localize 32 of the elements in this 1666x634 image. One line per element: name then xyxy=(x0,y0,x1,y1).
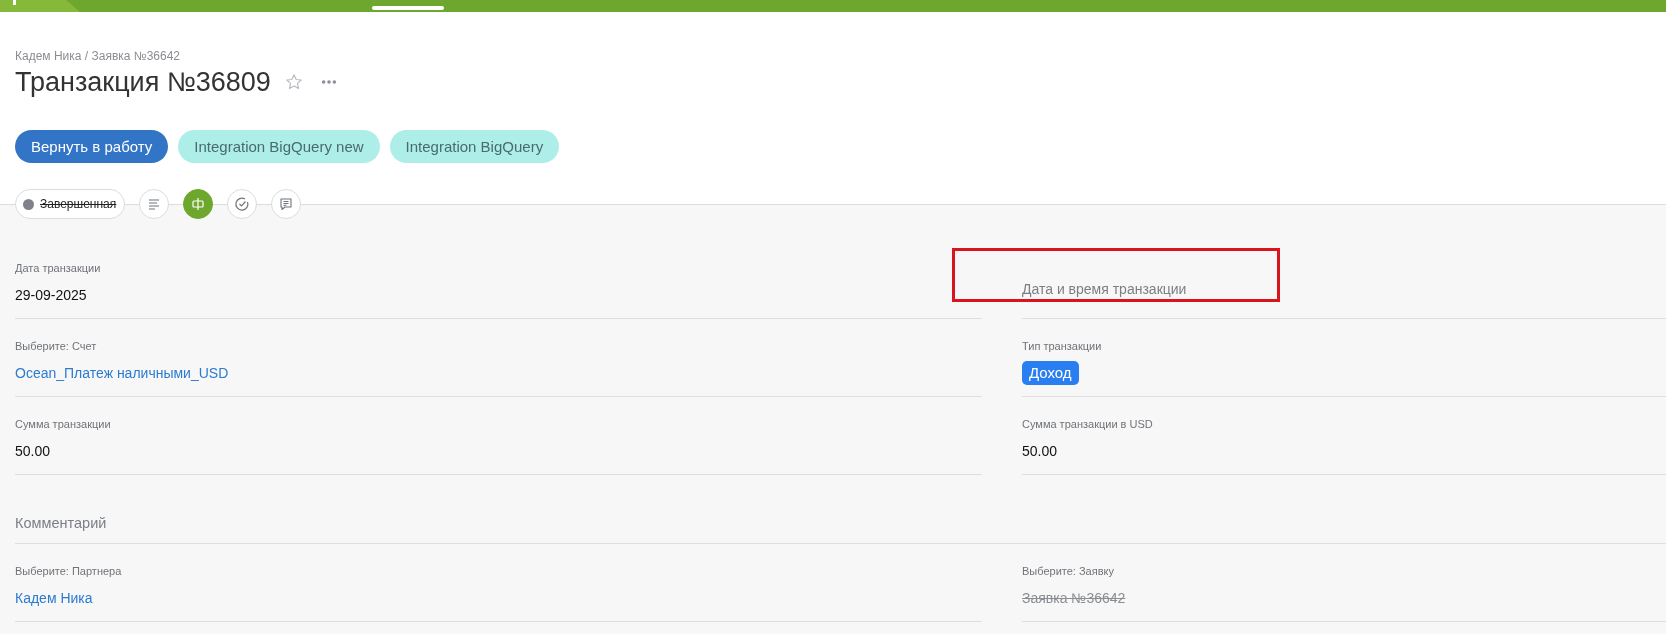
field-label: Выберите: Счет xyxy=(15,339,98,353)
field-label: Дата транзакции xyxy=(15,261,102,275)
field-label: Выберите: Партнера xyxy=(15,564,123,578)
field-link[interactable]: Ocean_Платеж наличными_USD xyxy=(15,363,229,383)
field-label: Дата и время транзакции xyxy=(1022,280,1188,299)
comment-icon xyxy=(278,196,295,212)
comments-tab[interactable] xyxy=(271,189,302,219)
field-value: 50.00 xyxy=(15,442,51,461)
field-value: 29-09-2025 xyxy=(15,286,87,305)
field-label: Сумма транзакции в USD xyxy=(1022,417,1154,431)
field-value: 50.00 xyxy=(1022,442,1058,461)
star-icon[interactable] xyxy=(284,73,303,91)
check-circle-icon xyxy=(234,196,251,212)
more-icon[interactable] xyxy=(320,79,337,85)
field-label: Сумма транзакции xyxy=(15,417,112,431)
breadcrumb[interactable]: Кадем Ника / Заявка №36642 xyxy=(15,48,181,64)
drag-handle[interactable] xyxy=(372,6,444,10)
section-title: Комментарий xyxy=(15,515,107,531)
tasks-tab[interactable] xyxy=(227,189,258,219)
field-link[interactable]: Кадем Ника xyxy=(15,588,93,608)
integration-button[interactable]: Integration BigQuery new xyxy=(178,130,380,163)
field-label: Тип транзакции xyxy=(1022,339,1103,353)
field-label: Выберите: Заявку xyxy=(1022,564,1115,578)
return-button[interactable]: Вернуть в работу xyxy=(15,130,169,163)
fields-tab[interactable] xyxy=(183,189,214,219)
page-title: Транзакция №36809 xyxy=(15,66,271,99)
field-link[interactable]: Заявка №36642 xyxy=(1022,588,1126,608)
integration-button[interactable]: Integration BigQuery xyxy=(389,130,560,163)
status-pill[interactable]: Завершенная xyxy=(15,189,126,219)
description-tab[interactable] xyxy=(139,189,170,219)
fields-icon xyxy=(190,196,207,212)
type-badge: Доход xyxy=(1022,361,1079,385)
